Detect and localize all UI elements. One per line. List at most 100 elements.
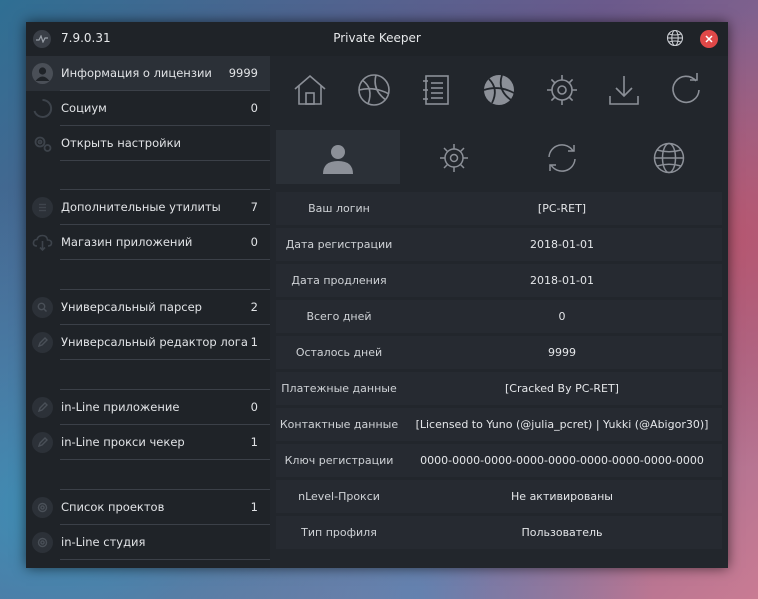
sidebar-item-extra-utilities[interactable]: Дополнительные утилиты 7 — [26, 190, 270, 225]
row-label: Осталось дней — [295, 346, 383, 359]
sidebar-item-count: 7 — [250, 200, 258, 214]
row-value: [Licensed to Yuno (@julia_pcret) | Yukki… — [415, 418, 709, 431]
table-row: Дата продления 2018-01-01 — [276, 264, 722, 297]
row-value: Пользователь — [521, 526, 603, 539]
table-row: Контактные данные [Licensed to Yuno (@ju… — [276, 408, 722, 441]
row-value: Не активированы — [511, 490, 613, 503]
app-window: 7.9.0.31 Private Keeper Информация о лиц… — [26, 22, 728, 568]
table-row: Ключ регистрации 0000-0000-0000-0000-000… — [276, 444, 722, 477]
table-row: Всего дней 0 — [276, 300, 722, 333]
main-panel: Ваш логин [PC-RET] Дата регистрации 2018… — [270, 56, 728, 568]
user-icon — [32, 63, 53, 84]
divider — [60, 359, 270, 360]
gear-icon[interactable] — [544, 72, 580, 108]
basketball-icon[interactable] — [356, 72, 392, 108]
sidebar-item-count: 1 — [250, 500, 258, 514]
row-label: Всего дней — [306, 310, 372, 323]
table-row: Тип профиля Пользователь — [276, 516, 722, 549]
sidebar-item-label: Список проектов — [61, 500, 165, 514]
pencil-icon — [32, 332, 53, 353]
sidebar-item-label: Открыть настройки — [61, 136, 182, 150]
row-value: [Cracked By PC-RET] — [505, 382, 619, 395]
globe-icon — [653, 142, 685, 174]
refresh-icon[interactable] — [668, 72, 704, 108]
sidebar-item-label: Универсальный редактор лога — [61, 335, 248, 349]
sidebar-item-label: Социум — [61, 101, 107, 115]
sidebar-item-count: 1 — [250, 335, 258, 349]
notebook-icon[interactable] — [419, 72, 455, 108]
row-value: 2018-01-01 — [530, 238, 594, 251]
sidebar-item-project-list[interactable]: Список проектов 1 — [26, 490, 270, 525]
title-bar[interactable]: 7.9.0.31 Private Keeper — [26, 22, 728, 56]
user-icon — [323, 145, 353, 174]
close-button[interactable] — [700, 30, 718, 48]
sidebar-item-open-settings[interactable]: Открыть настройки — [26, 126, 270, 161]
table-row: Ваш логин [PC-RET] — [276, 192, 722, 225]
sidebar-item-count: 0 — [250, 101, 258, 115]
sidebar-item-label: Информация о лицензии — [61, 66, 212, 80]
sidebar-item-social[interactable]: Социум 0 — [26, 91, 270, 126]
row-label: Ключ регистрации — [284, 454, 394, 467]
home-icon[interactable] — [292, 72, 328, 108]
sidebar-item-count: 2 — [250, 300, 258, 314]
row-value: [PC-RET] — [537, 202, 587, 215]
tab-sync[interactable] — [508, 130, 616, 184]
gear-icon — [32, 497, 53, 518]
window-title: Private Keeper — [333, 31, 421, 45]
divider — [60, 259, 270, 260]
row-label: Контактные данные — [279, 418, 399, 431]
cloud-download-icon — [32, 232, 53, 253]
divider — [60, 459, 270, 460]
sidebar-item-label: in-Line прокси чекер — [61, 435, 185, 449]
sidebar-item-license-info[interactable]: Информация о лицензии 9999 — [26, 56, 270, 91]
table-row: Осталось дней 9999 — [276, 336, 722, 369]
sidebar-item-log-editor[interactable]: Универсальный редактор лога 1 — [26, 325, 270, 360]
tab-settings[interactable] — [400, 130, 508, 184]
row-value: 2018-01-01 — [530, 274, 594, 287]
sidebar-item-count: 0 — [250, 235, 258, 249]
row-label: Ваш логин — [308, 202, 370, 215]
row-value: 9999 — [548, 346, 576, 359]
sidebar-item-label: Дополнительные утилиты — [61, 200, 221, 214]
row-label: Дата регистрации — [285, 238, 393, 251]
gear-icon — [440, 144, 468, 172]
loading-icon — [32, 98, 53, 119]
tab-globe[interactable] — [616, 130, 722, 184]
download-icon[interactable] — [606, 72, 642, 108]
gears-icon — [32, 133, 53, 154]
list-icon — [32, 197, 53, 218]
language-globe-icon[interactable] — [666, 29, 684, 47]
sidebar-item-count: 9999 — [228, 66, 258, 80]
pencil-icon — [32, 432, 53, 453]
sidebar-item-label: Магазин приложений — [61, 235, 193, 249]
sidebar-item-universal-parser[interactable]: Универсальный парсер 2 — [26, 290, 270, 325]
ball-icon[interactable] — [481, 72, 517, 108]
table-row: Платежные данные [Cracked By PC-RET] — [276, 372, 722, 405]
divider — [60, 559, 270, 560]
tab-profile[interactable] — [276, 130, 400, 184]
sidebar-item-inline-app[interactable]: in-Line приложение 0 — [26, 390, 270, 425]
row-label: Тип профиля — [301, 526, 377, 539]
sidebar-item-inline-studio[interactable]: in-Line студия — [26, 525, 270, 560]
gear-icon — [32, 532, 53, 553]
pencil-icon — [32, 397, 53, 418]
sync-icon — [548, 144, 576, 172]
sidebar-item-label: in-Line приложение — [61, 400, 180, 414]
divider — [60, 160, 270, 161]
sidebar-item-app-store[interactable]: Магазин приложений 0 — [26, 225, 270, 260]
row-label: Платежные данные — [281, 382, 397, 395]
table-row: nLevel-Прокси Не активированы — [276, 480, 722, 513]
sidebar: Информация о лицензии 9999 Социум 0 Откр… — [26, 56, 270, 568]
sidebar-item-label: in-Line студия — [61, 535, 146, 549]
close-icon — [705, 35, 713, 43]
sidebar-item-label: Универсальный парсер — [61, 300, 202, 314]
row-value: 0000-0000-0000-0000-0000-0000-0000-0000-… — [420, 454, 704, 467]
sidebar-item-count: 0 — [250, 400, 258, 414]
sidebar-item-inline-proxy-checker[interactable]: in-Line прокси чекер 1 — [26, 425, 270, 460]
sub-tabs — [276, 130, 722, 184]
table-row: Дата регистрации 2018-01-01 — [276, 228, 722, 261]
row-value: 0 — [558, 310, 566, 323]
row-label: nLevel-Прокси — [298, 490, 380, 503]
row-label: Дата продления — [291, 274, 387, 287]
sidebar-item-count: 1 — [250, 435, 258, 449]
